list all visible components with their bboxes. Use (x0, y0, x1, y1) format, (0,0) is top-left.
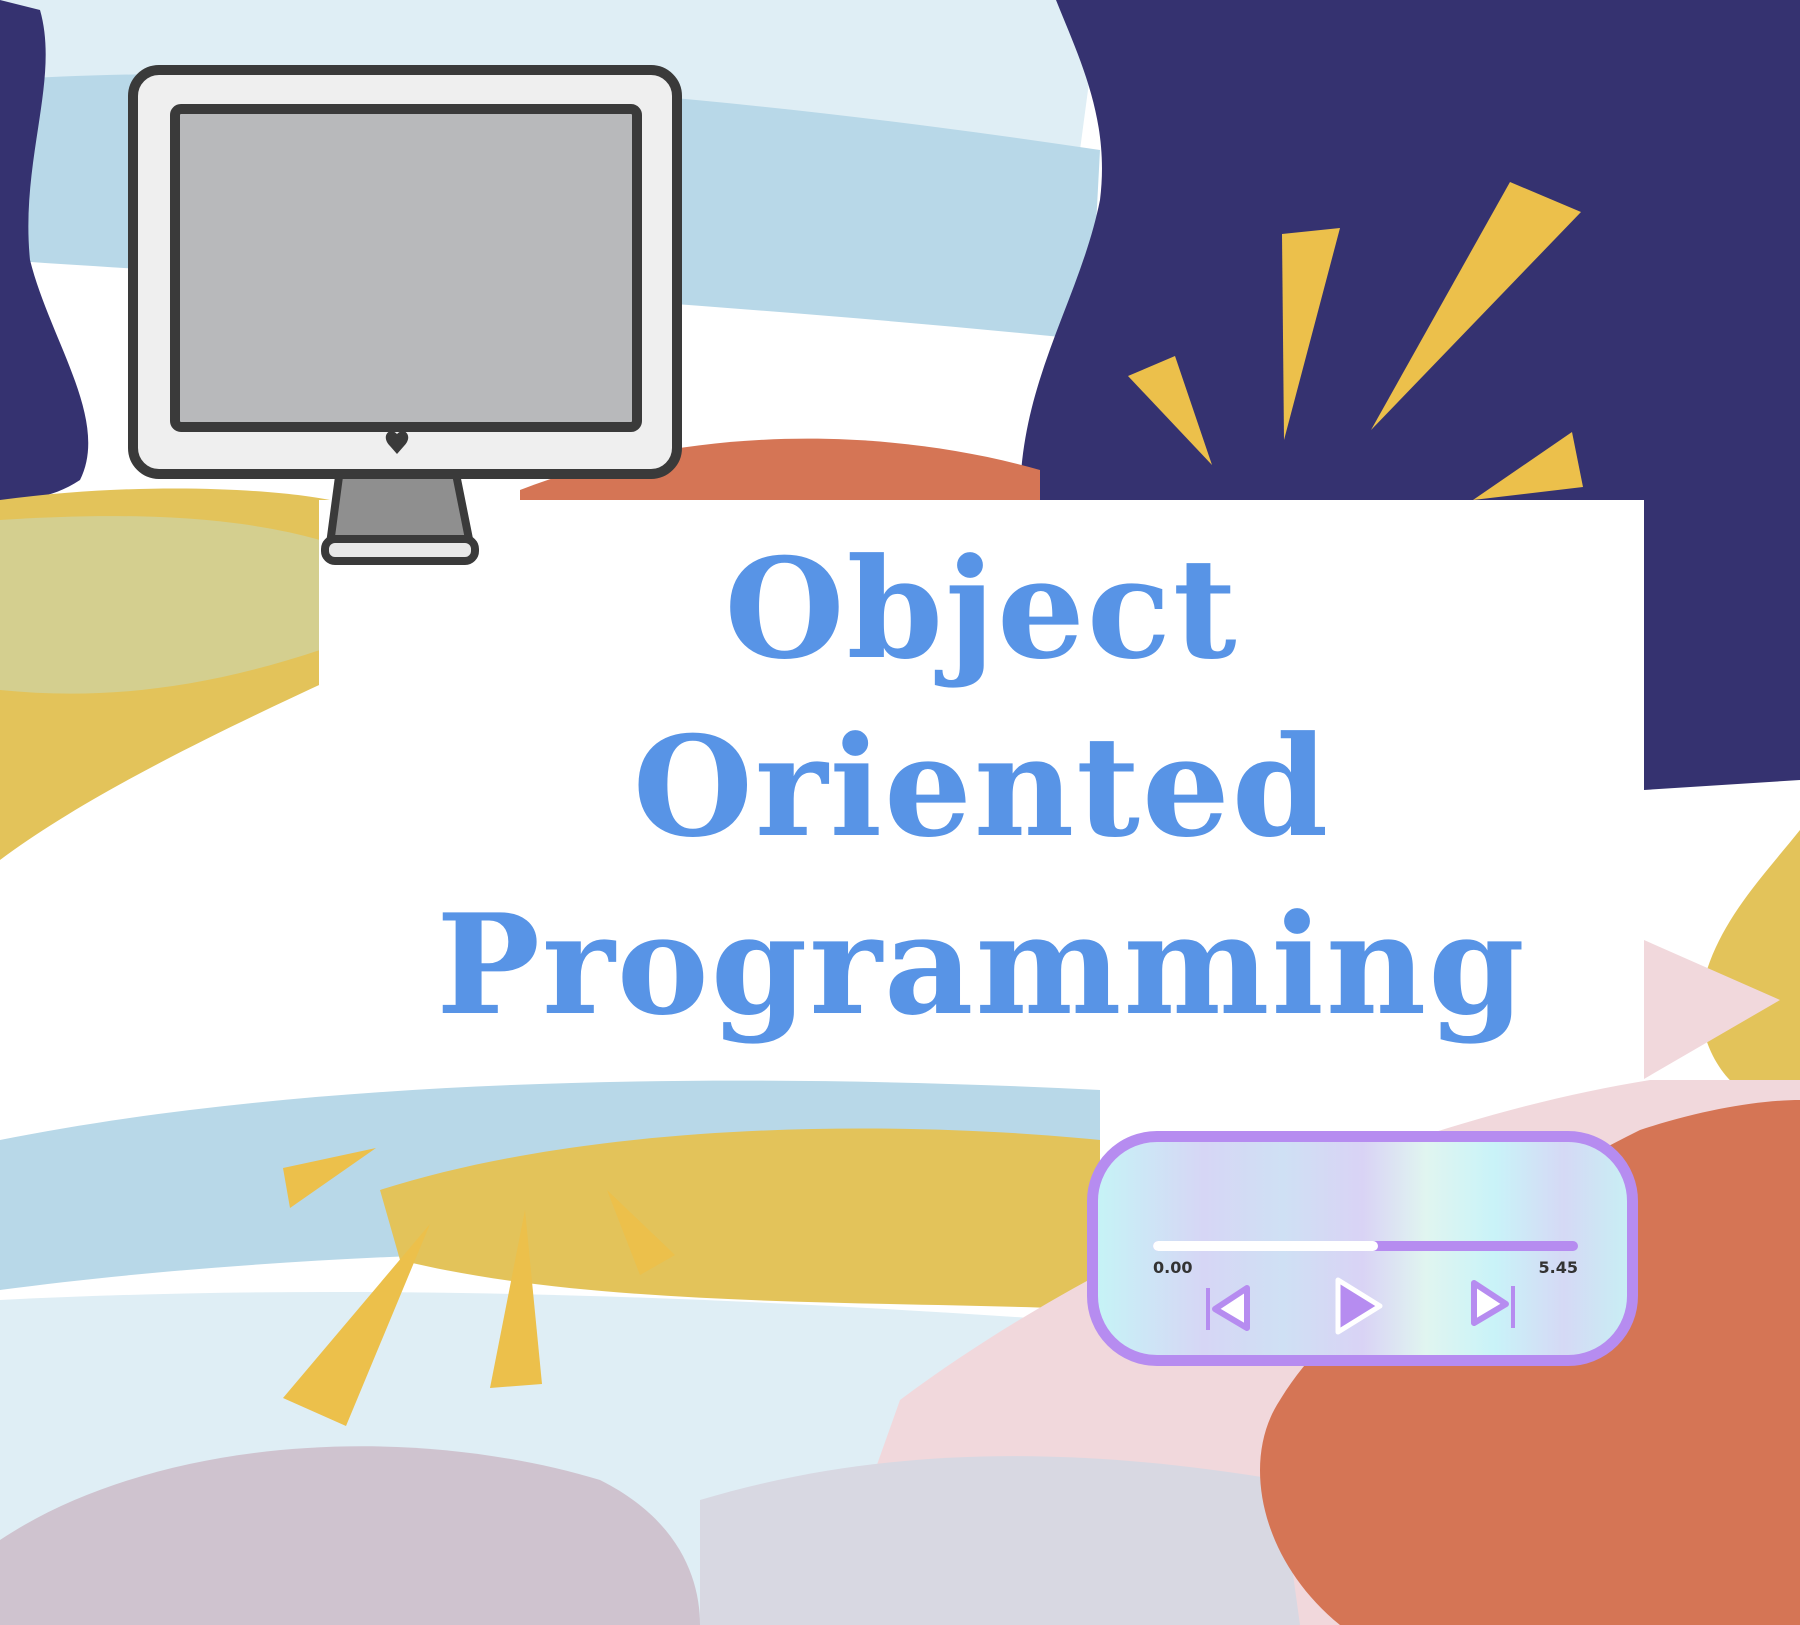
title-line: Oriented (632, 705, 1331, 868)
skip-back-icon[interactable] (1203, 1282, 1253, 1336)
desktop-monitor-icon (128, 65, 682, 565)
play-icon[interactable] (1330, 1274, 1386, 1338)
title-line: Programming (436, 883, 1527, 1046)
skip-forward-icon[interactable] (1468, 1278, 1518, 1332)
progress-fill (1153, 1241, 1379, 1251)
page-title: Object Oriented Programming (319, 520, 1644, 1054)
progress-bar[interactable] (1153, 1241, 1578, 1251)
media-player: 0.00 5.45 (1087, 1131, 1638, 1366)
time-start: 0.00 (1153, 1258, 1193, 1277)
time-end: 5.45 (1538, 1258, 1578, 1277)
title-line: Object (724, 527, 1239, 690)
